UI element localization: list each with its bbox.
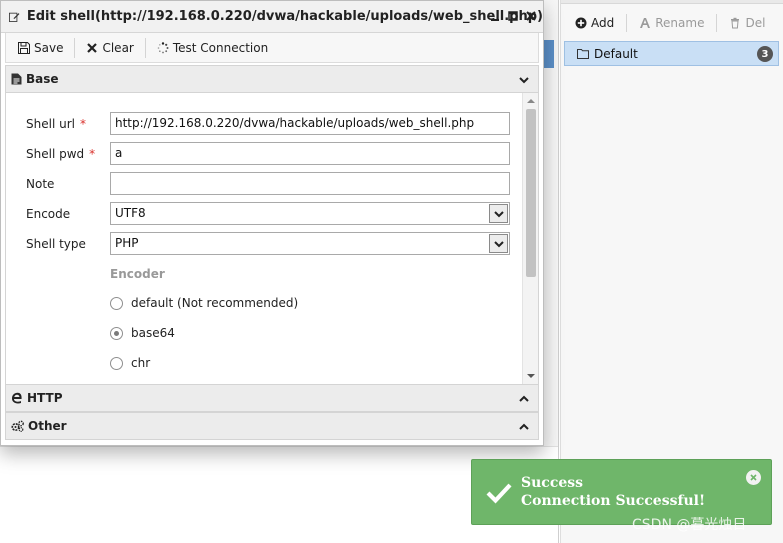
encoder-option-default[interactable]: default (Not recommended) (110, 296, 298, 310)
shell-pwd-row: Shell pwd * a (6, 142, 520, 166)
radio-button[interactable] (110, 296, 123, 310)
scroll-up-icon[interactable] (527, 97, 535, 105)
shell-type-value: PHP (115, 236, 139, 250)
shell-pwd-input[interactable]: a (110, 142, 510, 165)
toolbar-separator (74, 37, 76, 58)
dialog-toolbar: Save Clear Test Connection (5, 33, 539, 63)
document-icon (11, 73, 22, 85)
chevron-up-icon (519, 395, 529, 402)
encoder-option-base64[interactable]: base64 (110, 326, 175, 340)
dialog-title: Edit shell(http://192.168.0.220/dvwa/hac… (26, 9, 543, 24)
scrollbar-thumb[interactable] (526, 109, 536, 277)
section-base-label: Base (26, 72, 59, 86)
chevron-down-icon (493, 210, 504, 217)
shell-url-label: Shell url * (26, 117, 86, 131)
minimize-button[interactable] (489, 9, 501, 23)
section-other-header[interactable]: Other (5, 412, 539, 440)
base-form: Shell url * http://192.168.0.220/dvwa/hac… (5, 93, 539, 384)
category-item-default[interactable]: Default 3 (564, 41, 779, 66)
floppy-icon (18, 41, 30, 54)
plus-circle-icon (575, 17, 587, 29)
encoder-option-label: chr (131, 356, 151, 370)
add-category-label: Add (591, 16, 615, 30)
chevron-down-icon (519, 77, 529, 84)
chevron-down-icon (493, 240, 504, 247)
toast-close-button[interactable] (746, 470, 761, 485)
test-connection-button[interactable]: Test Connection (153, 37, 272, 59)
spinner-icon (157, 41, 169, 53)
trash-icon (731, 17, 740, 29)
shell-pwd-label: Shell pwd * (26, 147, 96, 161)
dialog-titlebar[interactable]: Edit shell(http://192.168.0.220/dvwa/hac… (1, 1, 543, 33)
maximize-icon (508, 11, 518, 21)
note-input[interactable] (110, 172, 510, 195)
count-badge: 3 (757, 46, 773, 62)
radio-button[interactable] (110, 356, 123, 370)
edit-shell-dialog: Edit shell(http://192.168.0.220/dvwa/hac… (0, 0, 544, 446)
encode-value: UTF8 (115, 206, 146, 220)
font-icon (640, 18, 651, 28)
add-category-button[interactable]: Add (569, 11, 620, 35)
minimize-icon (491, 19, 499, 21)
toolbar-separator (626, 14, 628, 32)
shell-url-row: Shell url * http://192.168.0.220/dvwa/hac… (6, 112, 520, 136)
toast-title: Success (521, 475, 584, 491)
toolbar-separator (144, 37, 146, 58)
radio-button-checked[interactable] (110, 326, 123, 340)
encoder-option-chr[interactable]: chr (110, 356, 150, 370)
shell-type-label: Shell type (26, 237, 86, 251)
shell-url-input[interactable]: http://192.168.0.220/dvwa/hackable/uploa… (110, 112, 510, 135)
x-icon (87, 42, 98, 53)
note-row: Note (6, 172, 520, 196)
scroll-down-icon[interactable] (527, 372, 535, 380)
edge-browser-icon (12, 392, 22, 404)
shell-type-dropdown-button[interactable] (489, 234, 508, 253)
encode-select[interactable]: UTF8 (110, 202, 510, 225)
category-toolbar: Add Rename Del (561, 8, 783, 38)
required-marker: * (89, 147, 96, 161)
category-panel-header (561, 0, 783, 4)
required-marker: * (79, 117, 86, 131)
maximize-button[interactable] (507, 9, 519, 23)
shell-type-select[interactable]: PHP (110, 232, 510, 255)
toolbar-separator (716, 14, 718, 32)
clear-button[interactable]: Clear (82, 37, 137, 59)
test-connection-label: Test Connection (172, 40, 269, 55)
category-item-label: Default (594, 46, 638, 61)
encode-row: Encode UTF8 (6, 202, 520, 226)
chevron-up-icon (519, 423, 529, 430)
rename-category-label: Rename (655, 16, 705, 30)
delete-category-button[interactable]: Del (723, 11, 771, 35)
close-icon (750, 474, 757, 481)
close-button[interactable] (525, 9, 537, 23)
note-label: Note (26, 177, 55, 191)
encoder-group-title: Encoder (110, 267, 165, 281)
encode-dropdown-button[interactable] (489, 204, 508, 223)
delete-category-label: Del (745, 16, 766, 30)
checkmark-icon (486, 483, 512, 504)
encoder-option-label: base64 (131, 326, 175, 340)
gears-icon (11, 420, 24, 432)
save-button[interactable]: Save (14, 37, 67, 59)
shell-type-row: Shell type PHP (6, 232, 520, 256)
folder-icon (577, 49, 589, 59)
window-controls (489, 9, 537, 23)
close-icon (526, 11, 536, 21)
background-accent (544, 40, 554, 68)
section-http-header[interactable]: HTTP (5, 384, 539, 412)
rename-category-button[interactable]: Rename (633, 11, 710, 35)
save-label: Save (34, 40, 64, 55)
section-http-label: HTTP (27, 391, 63, 405)
clear-label: Clear (102, 40, 134, 55)
section-base-header[interactable]: Base (5, 65, 539, 93)
section-other-label: Other (28, 419, 67, 433)
encode-label: Encode (26, 207, 71, 221)
edit-icon (9, 12, 20, 22)
toast-message: Connection Successful! (521, 493, 706, 509)
encoder-option-label: default (Not recommended) (131, 296, 299, 310)
watermark-text: CSDN @暮光烛日 (632, 517, 747, 533)
form-scrollbar[interactable] (522, 93, 538, 384)
